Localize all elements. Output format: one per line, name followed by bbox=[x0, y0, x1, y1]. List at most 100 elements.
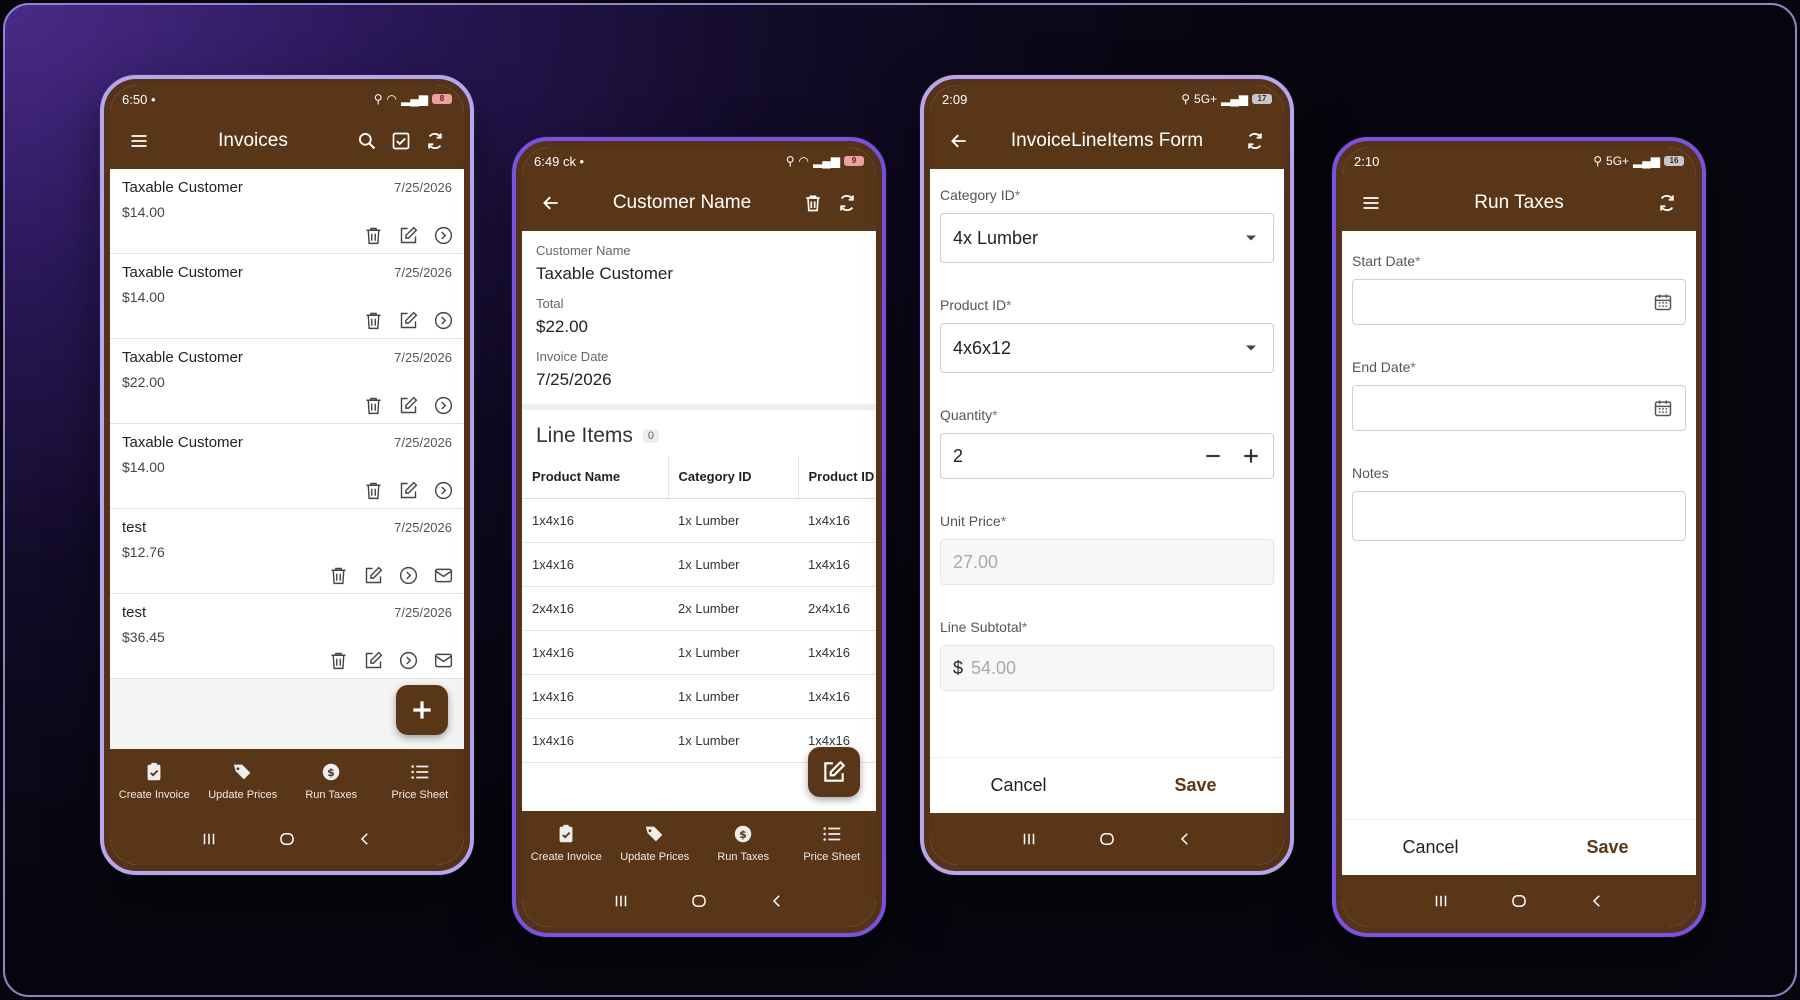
clipboard-check-icon bbox=[147, 762, 161, 781]
column-header[interactable]: Category ID bbox=[668, 456, 799, 499]
location-icon: ⚲ bbox=[1181, 92, 1191, 106]
back-icon[interactable] bbox=[768, 892, 786, 910]
trash-icon[interactable] bbox=[796, 186, 830, 220]
back-icon[interactable] bbox=[356, 830, 374, 848]
edit-icon[interactable] bbox=[363, 650, 384, 671]
quantity-stepper[interactable]: 2 bbox=[940, 433, 1274, 479]
mail-icon[interactable] bbox=[433, 650, 454, 671]
save-button[interactable]: Save bbox=[1519, 837, 1696, 858]
sync-icon[interactable] bbox=[1238, 124, 1272, 158]
list-item[interactable]: Taxable Customer $14.00 7/25/2026 bbox=[110, 254, 464, 339]
column-header[interactable]: Product ID bbox=[798, 456, 876, 499]
cancel-button[interactable]: Cancel bbox=[1342, 837, 1519, 858]
chevron-right-circle-icon[interactable] bbox=[433, 395, 454, 416]
section-title: Line Items 0 bbox=[522, 410, 876, 456]
list-item[interactable]: test $36.45 7/25/2026 bbox=[110, 594, 464, 679]
nav-price-sheet[interactable]: Price Sheet bbox=[788, 811, 877, 875]
menu-icon[interactable] bbox=[122, 124, 156, 158]
chevron-right-circle-icon[interactable] bbox=[433, 480, 454, 501]
invoice-date: 7/25/2026 bbox=[394, 265, 452, 280]
trash-icon[interactable] bbox=[328, 650, 349, 671]
home-icon[interactable] bbox=[278, 830, 296, 848]
list-item[interactable]: Taxable Customer $14.00 7/25/2026 bbox=[110, 424, 464, 509]
recent-apps-icon[interactable] bbox=[1432, 892, 1450, 910]
mail-icon[interactable] bbox=[433, 565, 454, 586]
list-item[interactable]: Taxable Customer $14.00 7/25/2026 bbox=[110, 169, 464, 254]
table-cell: 1x Lumber bbox=[668, 718, 798, 763]
edit-icon[interactable] bbox=[398, 225, 419, 246]
end-date-input[interactable] bbox=[1352, 385, 1686, 431]
trash-icon[interactable] bbox=[328, 565, 349, 586]
recent-apps-icon[interactable] bbox=[1020, 830, 1038, 848]
sync-icon[interactable] bbox=[418, 124, 452, 158]
calendar-icon[interactable] bbox=[1653, 292, 1673, 312]
back-icon[interactable] bbox=[1176, 830, 1194, 848]
trash-icon[interactable] bbox=[363, 225, 384, 246]
required-mark: * bbox=[1000, 513, 1007, 529]
table-row[interactable]: 1x4x16 1x Lumber 1x4x16 bbox=[522, 674, 876, 719]
home-icon[interactable] bbox=[1098, 830, 1116, 848]
minus-icon[interactable] bbox=[1203, 446, 1223, 466]
invoice-amount: $12.76 bbox=[122, 544, 165, 560]
nav-label: Price Sheet bbox=[803, 851, 861, 863]
list-item[interactable]: Taxable Customer $22.00 7/25/2026 bbox=[110, 339, 464, 424]
start-date-input[interactable] bbox=[1352, 279, 1686, 325]
list-item[interactable]: test $12.76 7/25/2026 bbox=[110, 509, 464, 594]
field-label: End Date* bbox=[1352, 359, 1686, 375]
calendar-icon[interactable] bbox=[1653, 398, 1673, 418]
chevron-right-circle-icon[interactable] bbox=[433, 310, 454, 331]
search-icon[interactable] bbox=[350, 124, 384, 158]
sync-icon[interactable] bbox=[1650, 186, 1684, 220]
table-cell: 1x4x16 bbox=[798, 542, 876, 587]
edit-invoice-button[interactable] bbox=[808, 747, 860, 797]
nav-price-sheet[interactable]: Price Sheet bbox=[376, 749, 465, 813]
menu-icon[interactable] bbox=[1354, 186, 1388, 220]
edit-icon[interactable] bbox=[398, 395, 419, 416]
nav-create-invoice[interactable]: Create Invoice bbox=[522, 811, 611, 875]
line-item-form: Category ID* 4x Lumber Product ID* 4x6x1… bbox=[930, 169, 1284, 757]
status-time: 2:09 bbox=[942, 91, 968, 107]
column-header[interactable]: Product Name bbox=[522, 456, 669, 499]
category-select[interactable]: 4x Lumber bbox=[940, 213, 1274, 263]
sync-icon[interactable] bbox=[830, 186, 864, 220]
edit-icon[interactable] bbox=[398, 480, 419, 501]
chevron-right-circle-icon[interactable] bbox=[433, 225, 454, 246]
save-button[interactable]: Save bbox=[1107, 775, 1284, 796]
nav-update-prices[interactable]: Update Prices bbox=[199, 749, 288, 813]
edit-icon[interactable] bbox=[398, 310, 419, 331]
trash-icon[interactable] bbox=[363, 480, 384, 501]
back-arrow-icon[interactable] bbox=[942, 124, 976, 158]
home-icon[interactable] bbox=[690, 892, 708, 910]
trash-icon[interactable] bbox=[363, 395, 384, 416]
table-row[interactable]: 1x4x16 1x Lumber 1x4x16 bbox=[522, 630, 876, 675]
notes-input[interactable] bbox=[1352, 491, 1686, 541]
dollar-badge-icon: $ bbox=[323, 763, 340, 781]
nav-create-invoice[interactable]: Create Invoice bbox=[110, 749, 199, 813]
recent-apps-icon[interactable] bbox=[200, 830, 218, 848]
table-row[interactable]: 2x4x16 2x Lumber 2x4x16 bbox=[522, 586, 876, 631]
back-icon[interactable] bbox=[1588, 892, 1606, 910]
table-row[interactable]: 1x4x16 1x Lumber 1x4x16 bbox=[522, 498, 876, 543]
add-invoice-button[interactable] bbox=[396, 685, 448, 735]
product-select[interactable]: 4x6x12 bbox=[940, 323, 1274, 373]
table-cell: 1x4x16 bbox=[522, 498, 668, 543]
nav-label: Run Taxes bbox=[305, 789, 358, 801]
signal-icon: ▂▄▆ bbox=[401, 92, 428, 106]
background-frame: 6:50 • ⚲ ◠ ▂▄▆ 8 Invoices Taxable Customer … bbox=[3, 3, 1797, 997]
plus-icon[interactable] bbox=[1241, 446, 1261, 466]
page-title: Customer Name bbox=[612, 192, 752, 213]
trash-icon[interactable] bbox=[363, 310, 384, 331]
nav-run-taxes[interactable]: $ Run Taxes bbox=[699, 811, 788, 875]
back-arrow-icon[interactable] bbox=[534, 186, 568, 220]
recent-apps-icon[interactable] bbox=[612, 892, 630, 910]
select-checkbox-icon[interactable] bbox=[384, 124, 418, 158]
chevron-right-circle-icon[interactable] bbox=[398, 650, 419, 671]
nav-run-taxes[interactable]: $ Run Taxes bbox=[287, 749, 376, 813]
nav-update-prices[interactable]: Update Prices bbox=[611, 811, 700, 875]
table-row[interactable]: 1x4x16 1x Lumber 1x4x16 bbox=[522, 542, 876, 587]
home-icon[interactable] bbox=[1510, 892, 1528, 910]
signal-icon: ▂▄▆ bbox=[1633, 154, 1660, 168]
cancel-button[interactable]: Cancel bbox=[930, 775, 1107, 796]
edit-icon[interactable] bbox=[363, 565, 384, 586]
chevron-right-circle-icon[interactable] bbox=[398, 565, 419, 586]
